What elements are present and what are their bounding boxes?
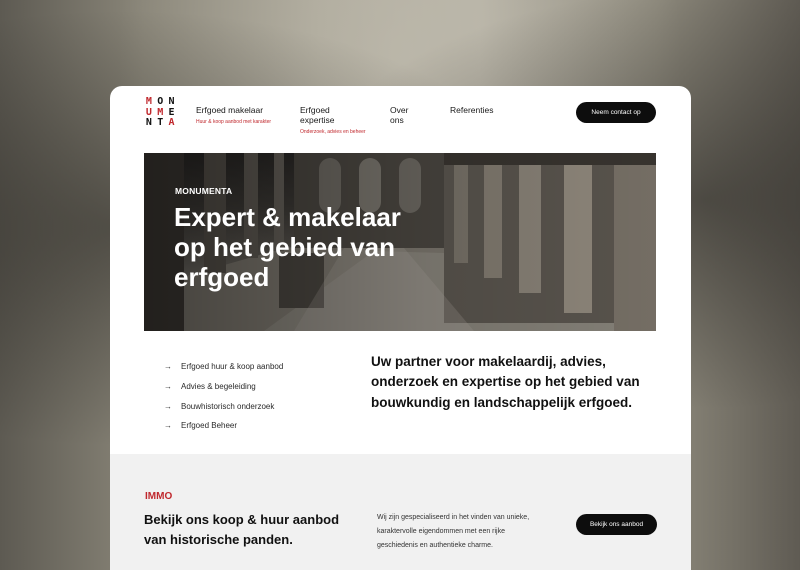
arrow-right-icon: →: [164, 421, 172, 431]
hero-title: Expert & makelaar op het gebied van erfg…: [174, 202, 401, 292]
view-offer-button[interactable]: Bekijk ons aanbod: [576, 514, 657, 535]
arrow-right-icon: →: [164, 401, 172, 411]
immo-title: Bekijk ons koop & huur aanbod van histor…: [144, 512, 340, 547]
immo-section: IMMO Bekijk ons koop & huur aanbod van h…: [110, 454, 691, 570]
nav-item-referenties[interactable]: Referenties: [450, 105, 493, 135]
immo-kicker: IMMO: [145, 491, 173, 502]
arrow-right-icon: →: [164, 362, 172, 372]
service-label: Erfgoed Beheer: [181, 421, 238, 431]
hero-kicker: MONUMENTA: [175, 186, 233, 196]
nav-item-erfgoed-expertise[interactable]: Erfgoed expertise Onderzoek, advies en b…: [300, 105, 366, 135]
list-item[interactable]: → Advies & begeleiding: [164, 377, 283, 397]
immo-description: Wij zijn gespecialiseerd in het vinden v…: [377, 514, 530, 549]
service-label: Advies & begeleiding: [181, 382, 256, 392]
service-label: Bouwhistorisch onderzoek: [181, 401, 275, 411]
list-item[interactable]: → Bouwhistorisch onderzoek: [164, 396, 283, 416]
nav-item-label: Erfgoed makelaar: [196, 105, 264, 115]
arrow-right-icon: →: [164, 382, 172, 392]
nav-item-subtitle: Onderzoek, advies en beheer: [300, 129, 366, 135]
service-label: Erfgoed huur & koop aanbod: [181, 362, 284, 372]
services-list: → Erfgoed huur & koop aanbod → Advies & …: [164, 357, 283, 436]
main-nav: Erfgoed makelaar Huur & koop aanbod met …: [196, 105, 519, 135]
nav-item-label: Erfgoed expertise: [300, 105, 335, 125]
logo-letter: A: [168, 117, 175, 129]
hero-banner: MONUMENTA Expert & makelaar op het gebie…: [144, 153, 656, 331]
nav-item-label: Over ons: [390, 105, 409, 125]
contact-button[interactable]: Neem contact op: [576, 102, 656, 123]
list-item[interactable]: → Erfgoed Beheer: [164, 416, 283, 436]
nav-item-over-ons[interactable]: Over ons: [390, 105, 424, 135]
nav-item-label: Referenties: [450, 105, 494, 115]
list-item[interactable]: → Erfgoed huur & koop aanbod: [164, 357, 283, 377]
logo-letter: N: [145, 117, 152, 129]
tagline: Uw partner voor makelaardij, advies, ond…: [371, 354, 640, 410]
logo-letter: T: [157, 117, 163, 129]
nav-item-erfgoed-makelaar[interactable]: Erfgoed makelaar Huur & koop aanbod met …: [196, 105, 274, 135]
monumenta-logo[interactable]: M O N U M E N T A: [143, 96, 177, 129]
nav-item-subtitle: Huur & koop aanbod met karakter: [196, 119, 272, 125]
website-card: M O N U M E N T A Erfgoed makelaar Huur …: [110, 86, 691, 570]
